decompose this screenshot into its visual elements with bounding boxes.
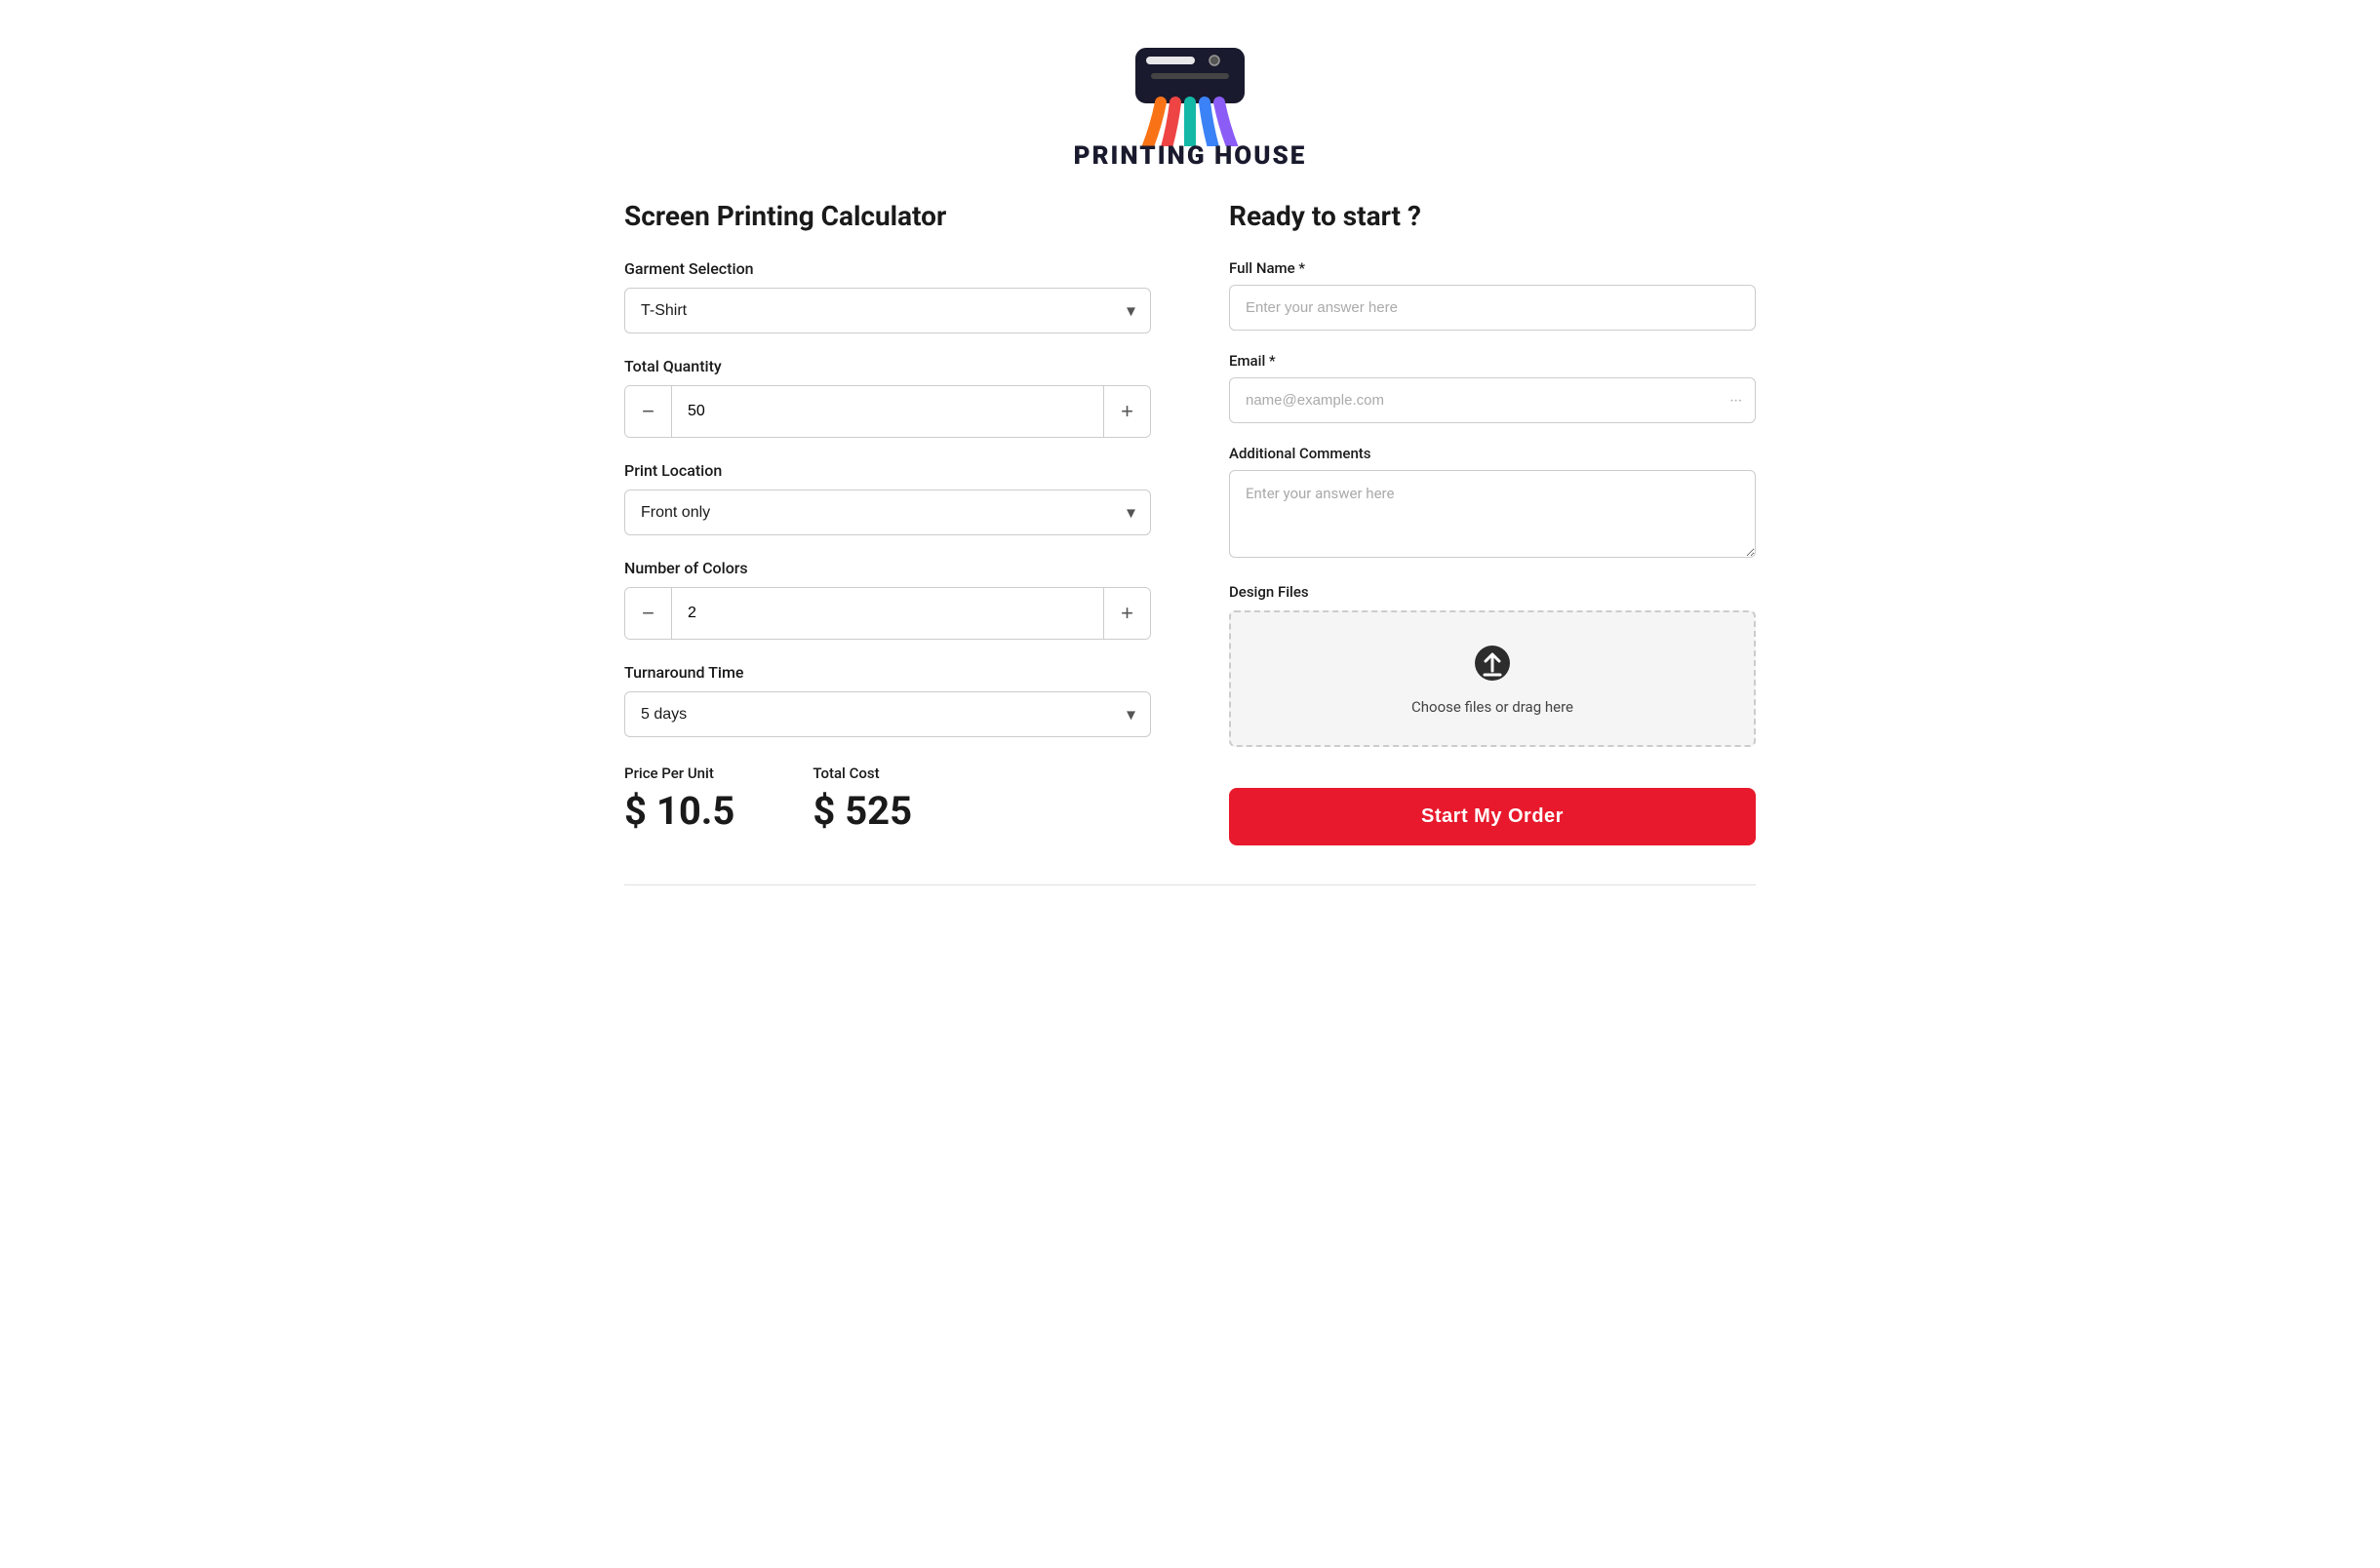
logo-graphic [1112,20,1268,146]
price-per-unit-value: $ 10.5 [624,788,734,834]
order-section: Ready to start ? Full Name * Email * ···… [1229,200,1756,845]
colors-input[interactable] [672,588,1103,639]
brand-name: PRINTING HOUSE [1074,141,1307,171]
email-input[interactable] [1229,377,1756,423]
colors-label: Number of Colors [624,559,1151,577]
quantity-increment-button[interactable]: + [1103,386,1150,437]
logo-container: PRINTING HOUSE [1074,20,1307,171]
price-per-unit-group: Price Per Unit $ 10.5 [624,764,734,834]
garment-select-wrapper: T-Shirt Hoodie Tank Top Long Sleeve Polo… [624,288,1151,333]
colors-decrement-button[interactable]: − [625,588,672,639]
email-dots-icon: ··· [1729,391,1742,410]
bottom-divider [624,884,1756,885]
comments-label: Additional Comments [1229,445,1756,462]
quantity-decrement-button[interactable]: − [625,386,672,437]
file-upload-area[interactable]: Choose files or drag here [1229,610,1756,747]
comments-textarea[interactable] [1229,470,1756,558]
quantity-stepper-wrapper: − + [624,385,1151,438]
colors-increment-button[interactable]: + [1103,588,1150,639]
turnaround-select[interactable]: 3 days 5 days 7 days 10 days 14 days [624,691,1151,737]
main-grid: Screen Printing Calculator Garment Selec… [624,200,1756,845]
print-location-field-group: Print Location Front only Back only Fron… [624,461,1151,535]
order-title: Ready to start ? [1229,200,1756,232]
total-cost-label: Total Cost [813,764,912,782]
start-order-button[interactable]: Start My Order [1229,788,1756,845]
price-row: Price Per Unit $ 10.5 Total Cost $ 525 [624,764,1151,834]
colors-stepper-wrapper: − + [624,587,1151,640]
total-cost-group: Total Cost $ 525 [813,764,912,834]
colors-field-group: Number of Colors − + [624,559,1151,640]
print-location-label: Print Location [624,461,1151,480]
quantity-field-group: Total Quantity − + [624,357,1151,438]
upload-text: Choose files or drag here [1411,698,1573,716]
price-per-unit-label: Price Per Unit [624,764,734,782]
total-cost-value: $ 525 [813,788,912,834]
garment-field-group: Garment Selection T-Shirt Hoodie Tank To… [624,259,1151,333]
print-location-select[interactable]: Front only Back only Front and Back Left… [624,490,1151,535]
email-field: Email * ··· [1229,352,1756,423]
print-location-select-wrapper: Front only Back only Front and Back Left… [624,490,1151,535]
full-name-input[interactable] [1229,285,1756,331]
design-files-field: Design Files Choose files or drag here [1229,583,1756,747]
full-name-field: Full Name * [1229,259,1756,331]
upload-icon [1469,642,1516,688]
garment-select[interactable]: T-Shirt Hoodie Tank Top Long Sleeve Polo [624,288,1151,333]
turnaround-field-group: Turnaround Time 3 days 5 days 7 days 10 … [624,663,1151,737]
site-header: PRINTING HOUSE [624,0,1756,180]
calculator-section: Screen Printing Calculator Garment Selec… [624,200,1151,845]
design-files-label: Design Files [1229,583,1756,601]
turnaround-label: Turnaround Time [624,663,1151,682]
turnaround-select-wrapper: 3 days 5 days 7 days 10 days 14 days ▾ [624,691,1151,737]
comments-field: Additional Comments [1229,445,1756,562]
full-name-label: Full Name * [1229,259,1756,277]
email-wrapper: ··· [1229,377,1756,423]
email-label: Email * [1229,352,1756,370]
quantity-input[interactable] [672,386,1103,437]
garment-label: Garment Selection [624,259,1151,278]
calculator-title: Screen Printing Calculator [624,200,1151,232]
quantity-label: Total Quantity [624,357,1151,375]
